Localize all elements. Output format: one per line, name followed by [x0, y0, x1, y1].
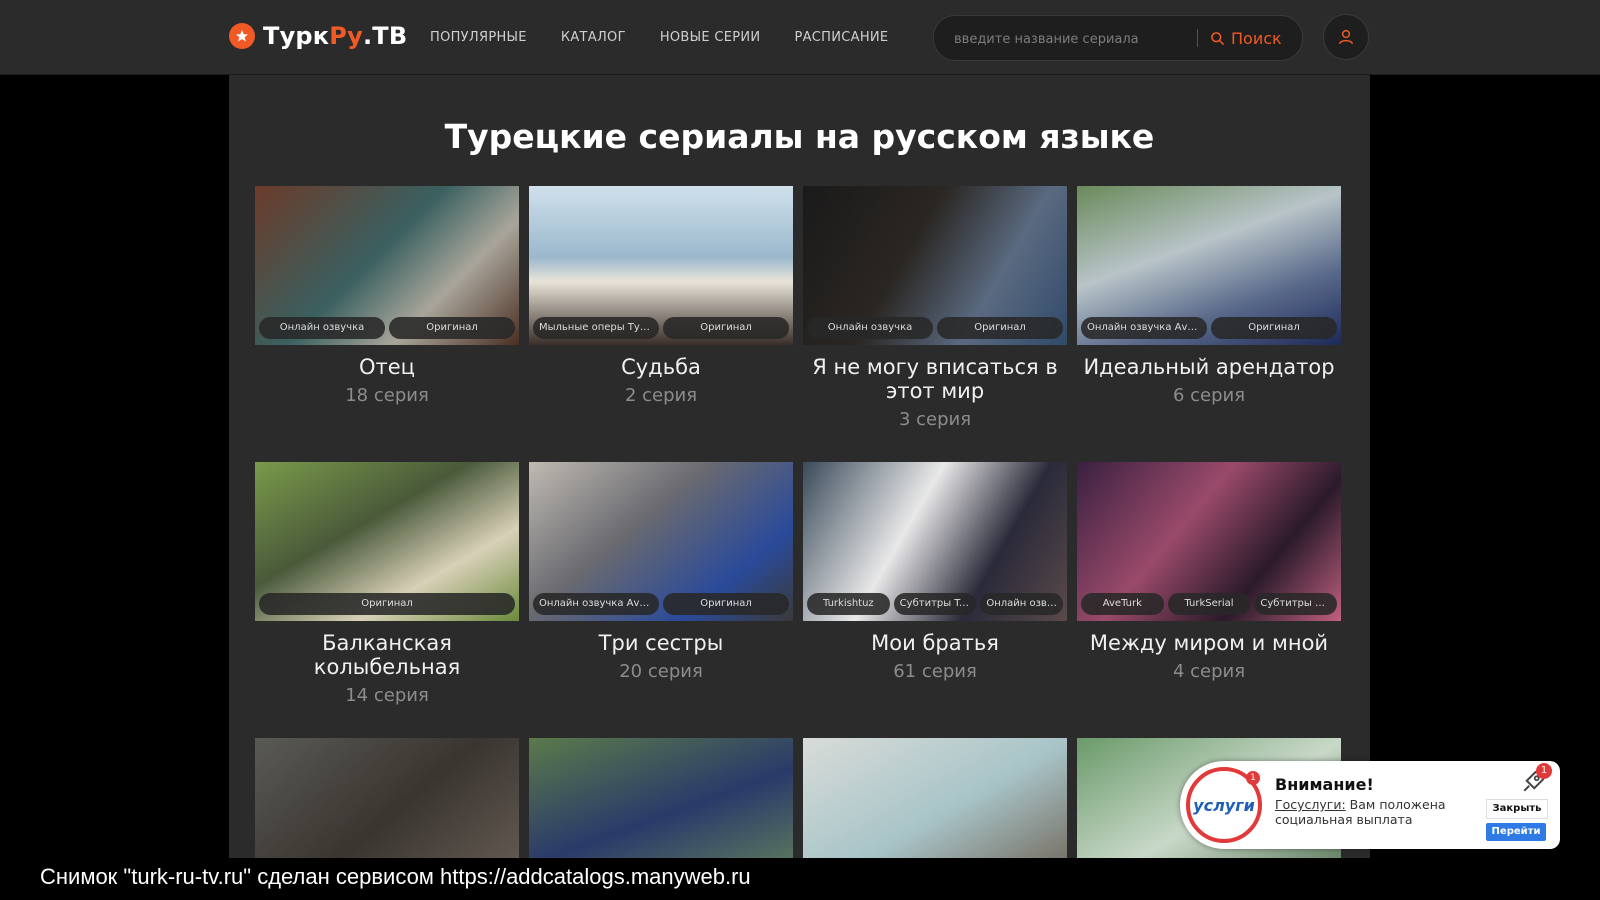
logo-part-3: .ТВ — [362, 22, 408, 50]
voiceover-badge[interactable]: AveTurk — [1081, 593, 1164, 615]
search-divider — [1197, 29, 1198, 47]
go-button[interactable]: Перейти — [1486, 823, 1546, 841]
page-title: Турецкие сериалы на русском языке — [444, 117, 1155, 156]
nav-popular[interactable]: ПОПУЛЯРНЫЕ — [430, 30, 527, 45]
voiceover-badge[interactable]: Субтитры Tu... — [893, 593, 977, 615]
series-title[interactable]: Балканская колыбельная — [255, 631, 519, 679]
voiceover-badge[interactable]: Мыльные оперы Тур... — [533, 317, 659, 339]
series-episode: 20 серия — [619, 661, 703, 682]
user-icon — [1338, 29, 1354, 45]
voiceover-badge[interactable]: TurkSerial — [1167, 593, 1251, 615]
series-card[interactable]: Turkishtuz Субтитры Tu... Онлайн озву... Мо… — [803, 462, 1067, 682]
series-card[interactable]: Мыльные оперы Тур... Оригинал Судьба 2 сери… — [529, 186, 793, 406]
voiceover-badges: AveTurk TurkSerial Субтитры Di... — [1081, 593, 1338, 615]
search-box: Поиск — [933, 15, 1303, 62]
voiceover-badge[interactable]: Субтитры Di... — [1254, 593, 1338, 615]
series-thumbnail[interactable]: Turkishtuz Субтитры Tu... Онлайн озву... — [803, 462, 1067, 621]
notification-badge: 1 — [1536, 763, 1552, 779]
voiceover-badges: Оригинал — [259, 593, 515, 615]
voiceover-badge[interactable]: Оригинал — [663, 317, 789, 339]
voiceover-badge[interactable]: Онлайн озвучка Аve... — [533, 593, 659, 615]
series-thumbnail[interactable]: Онлайн озвучка Аve... Оригинал — [1077, 186, 1341, 345]
series-episode: 61 серия — [893, 661, 977, 682]
voiceover-badge[interactable]: Онлайн озву... — [980, 593, 1064, 615]
series-thumbnail[interactable]: Онлайн озвучка Оригинал — [803, 186, 1067, 345]
nav-schedule[interactable]: РАСПИСАНИЕ — [794, 30, 888, 45]
search-button-label: Поиск — [1231, 28, 1282, 48]
series-thumbnail[interactable]: AveTurk TurkSerial Субтитры Di... — [1077, 462, 1341, 621]
notification-logo-badge: 1 — [1246, 771, 1260, 785]
voiceover-badge[interactable]: Оригинал — [937, 317, 1063, 339]
logo-part-1: Турк — [263, 22, 330, 50]
caption-bar: Снимок "turk-ru-tv.ru" сделан сервисом h… — [0, 858, 1600, 900]
voiceover-badge[interactable]: Оригинал — [389, 317, 515, 339]
nav-catalog[interactable]: КАТАЛОГ — [561, 30, 626, 45]
header: ТуркРу.ТВ ПОПУЛЯРНЫЕ КАТАЛОГ НОВЫЕ СЕРИИ… — [0, 0, 1600, 75]
series-card[interactable]: Онлайн озвучка Оригинал Я не могу вписатьс… — [803, 186, 1067, 430]
voiceover-badge[interactable]: Turkishtuz — [807, 593, 890, 615]
voiceover-badges: Онлайн озвучка Аve... Оригинал — [533, 593, 789, 615]
voiceover-badges: Онлайн озвучка Оригинал — [807, 317, 1063, 339]
notification-link[interactable]: Госуслуги: — [1275, 797, 1346, 812]
series-card[interactable]: Онлайн озвучка Аve... Оригинал Идеальный а… — [1077, 186, 1341, 406]
series-thumbnail[interactable]: Онлайн озвучка Оригинал — [255, 186, 519, 345]
screenshot-caption: Снимок "turk-ru-tv.ru" сделан сервисом h… — [40, 864, 751, 889]
voiceover-badge[interactable]: Онлайн озвучка — [259, 317, 385, 339]
series-episode: 18 серия — [345, 385, 429, 406]
user-button[interactable] — [1323, 14, 1369, 60]
notification-text: Госуслуги: Вам положена социальная выпла… — [1275, 797, 1455, 827]
search-icon — [1211, 31, 1224, 45]
series-title[interactable]: Между миром и мной — [1077, 631, 1341, 655]
search-button[interactable]: Поиск — [1210, 16, 1282, 60]
series-thumbnail[interactable]: Онлайн озвучка Аve... Оригинал — [529, 462, 793, 621]
series-episode: 6 серия — [1172, 385, 1246, 406]
notification-popup[interactable]: услуги 1 Внимание! Госуслуги: Вам положе… — [1180, 761, 1560, 849]
series-title[interactable]: Отец — [255, 355, 519, 379]
voiceover-badges: Turkishtuz Субтитры Tu... Онлайн озву... — [807, 593, 1064, 615]
voiceover-badge[interactable]: Онлайн озвучка — [807, 317, 933, 339]
series-episode: 3 серия — [898, 409, 972, 430]
series-episode: 2 серия — [624, 385, 698, 406]
main-content: Турецкие сериалы на русском языке Онлайн… — [229, 75, 1370, 897]
series-card[interactable]: Оригинал Балканская колыбельная 14 серия — [255, 462, 519, 706]
close-button[interactable]: Закрыть — [1486, 799, 1548, 819]
voiceover-badge[interactable]: Онлайн озвучка Аve... — [1081, 317, 1207, 339]
series-thumbnail[interactable]: Оригинал — [255, 462, 519, 621]
notification-title: Внимание! — [1275, 775, 1374, 794]
main-nav: ПОПУЛЯРНЫЕ КАТАЛОГ НОВЫЕ СЕРИИ РАСПИСАНИ… — [430, 0, 922, 74]
logo-text: ТуркРу.ТВ — [263, 22, 407, 50]
search-input[interactable] — [952, 16, 1186, 62]
voiceover-badges: Онлайн озвучка Аve... Оригинал — [1081, 317, 1337, 339]
voiceover-badge[interactable]: Оригинал — [663, 593, 789, 615]
series-card[interactable]: Онлайн озвучка Оригинал Отец 18 серия — [255, 186, 519, 406]
series-card[interactable]: AveTurk TurkSerial Субтитры Di... Между мир… — [1077, 462, 1341, 682]
series-title[interactable]: Идеальный арендатор — [1077, 355, 1341, 379]
series-title[interactable]: Мои братья — [803, 631, 1067, 655]
series-thumbnail[interactable]: Мыльные оперы Тур... Оригинал — [529, 186, 793, 345]
series-episode: 14 серия — [345, 685, 429, 706]
series-card[interactable]: Онлайн озвучка Аve... Оригинал Три сестры 2… — [529, 462, 793, 682]
star-icon — [229, 23, 255, 49]
voiceover-badges: Онлайн озвучка Оригинал — [259, 317, 515, 339]
voiceover-badges: Мыльные оперы Тур... Оригинал — [533, 317, 789, 339]
nav-new-episodes[interactable]: НОВЫЕ СЕРИИ — [660, 30, 761, 45]
series-title[interactable]: Я не могу вписаться в этот мир — [803, 355, 1067, 403]
series-title[interactable]: Три сестры — [529, 631, 793, 655]
site-logo[interactable]: ТуркРу.ТВ — [229, 20, 407, 52]
series-episode: 4 серия — [1172, 661, 1246, 682]
voiceover-badge[interactable]: Оригинал — [1211, 317, 1337, 339]
voiceover-badge[interactable]: Оригинал — [259, 593, 515, 615]
logo-part-2: Ру — [329, 22, 363, 50]
series-title[interactable]: Судьба — [529, 355, 793, 379]
